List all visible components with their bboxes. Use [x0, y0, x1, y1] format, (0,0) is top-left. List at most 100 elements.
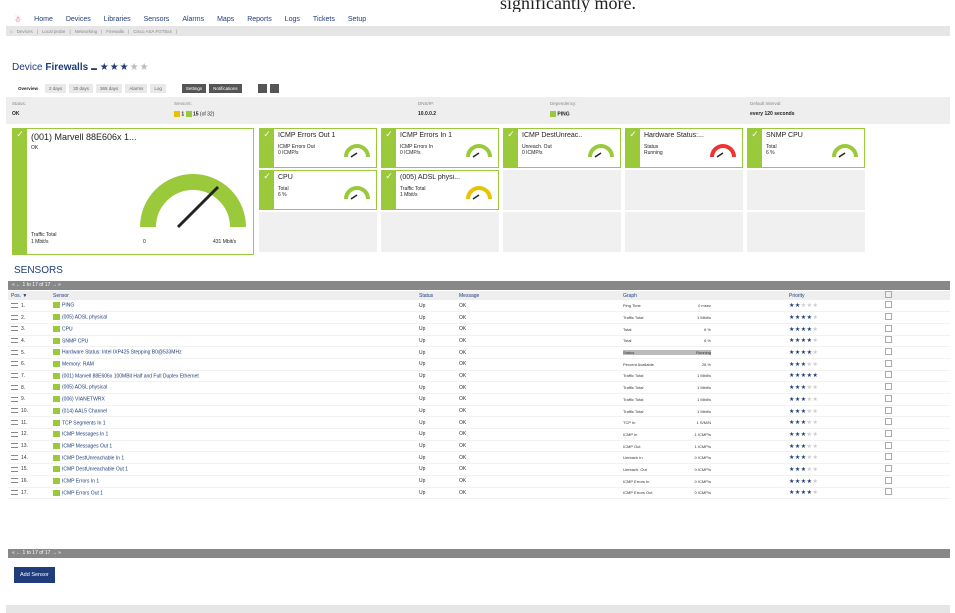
priority-stars[interactable]: ★★★★★ — [789, 490, 818, 496]
sensor-cell[interactable]: ICMP Errors In 1 — [50, 475, 416, 488]
sensor-name[interactable]: (005) ADSL physical — [62, 385, 107, 391]
breadcrumb-item[interactable]: Networking — [75, 29, 98, 34]
drag-handle-icon[interactable] — [11, 361, 18, 367]
sensor-cell[interactable]: Hardware Status: Intel IXP425 Stepping B… — [50, 346, 416, 359]
priority-cell[interactable]: ★★★★★ — [786, 428, 862, 441]
priority-stars[interactable]: ★★★★★ — [789, 420, 818, 426]
priority-stars[interactable]: ★★★★★ — [789, 303, 818, 309]
row-checkbox[interactable] — [885, 301, 893, 309]
table-row[interactable]: 14. ICMP DestUnreachable In 1 Up OK Unreach … — [8, 451, 950, 465]
sensor-cell[interactable]: ICMP DestUnreachable Out 1 — [50, 463, 416, 476]
priority-stars[interactable]: ★★★★★ — [789, 338, 818, 344]
priority-cell[interactable]: ★★★★★ — [786, 393, 862, 406]
nav-item-devices[interactable]: Devices — [66, 16, 91, 23]
drag-handle-icon[interactable] — [11, 349, 18, 355]
device-arrow-icon[interactable]: ▬ — [91, 66, 97, 72]
drag-handle-icon[interactable] — [11, 431, 18, 437]
priority-cell[interactable]: ★★★★★ — [786, 311, 862, 324]
column-header[interactable]: Message — [456, 291, 620, 300]
gauge-tile[interactable]: ✓ (005) ADSL physi... Traffic Total 1 Mbit/… — [381, 170, 499, 210]
priority-stars[interactable]: ★★★★★ — [789, 385, 818, 391]
sensor-name[interactable]: ICMP Messages Out 1 — [62, 443, 112, 449]
row-checkbox[interactable] — [885, 336, 893, 344]
priority-stars[interactable]: ★★★★★ — [789, 444, 818, 450]
row-checkbox[interactable] — [885, 394, 893, 402]
table-row[interactable]: 8. (005) ADSL physical Up OK Traffic Total 1 … — [8, 381, 950, 394]
priority-cell[interactable]: ★★★★★ — [786, 463, 862, 476]
gauge-tile[interactable]: ✓ SNMP CPU Total 6 % — [747, 128, 865, 168]
row-checkbox[interactable] — [885, 441, 893, 449]
sensor-name[interactable]: CPU — [62, 326, 73, 332]
priority-cell[interactable]: ★★★★★ — [786, 358, 862, 371]
table-row[interactable]: 3. CPU Up OK Total 6 % ★★★★★ — [8, 323, 950, 336]
nav-item-libraries[interactable]: Libraries — [104, 16, 131, 23]
sensor-cell[interactable]: TCP Segments In 1 — [50, 416, 416, 430]
column-header[interactable]: Status — [416, 291, 456, 300]
tab-log[interactable]: Log — [150, 84, 166, 93]
add-sensor-button[interactable]: Add Sensor — [14, 567, 55, 583]
priority-stars[interactable]: ★★★★★ — [789, 479, 818, 485]
table-row[interactable]: 2. (005) ADSL physical Up OK Traffic Total 1 … — [8, 311, 950, 324]
priority-stars[interactable]: ★★★★★ — [789, 373, 818, 379]
tab-button-notifications[interactable]: Notifications — [209, 84, 242, 93]
table-row[interactable]: 7. (001) Marvell 88E606x 100MBit Half and… — [8, 370, 950, 383]
sensor-cell[interactable]: (014) AAL5 Channel — [50, 405, 416, 418]
priority-stars[interactable]: ★★★★★ — [789, 362, 818, 368]
row-checkbox[interactable] — [885, 371, 893, 379]
select-all-checkbox[interactable] — [885, 291, 893, 298]
sensor-name[interactable]: Hardware Status: Intel IXP425 Stepping B… — [62, 350, 182, 356]
sensor-cell[interactable]: ICMP Messages In 1 — [50, 428, 416, 441]
drag-handle-icon[interactable] — [11, 478, 18, 484]
tab-overview[interactable]: Overview — [14, 84, 43, 93]
column-header[interactable]: Priority — [786, 291, 862, 300]
priority-stars[interactable]: ★★★★★ — [789, 432, 818, 438]
priority-cell[interactable]: ★★★★★ — [786, 323, 862, 336]
priority-cell[interactable]: ★★★★★ — [786, 487, 862, 500]
row-checkbox[interactable] — [885, 488, 893, 496]
priority-cell[interactable]: ★★★★★ — [786, 300, 862, 313]
table-row[interactable]: 17. ICMP Errors Out 1 Up OK ICMP Errors Out 0… — [8, 487, 950, 500]
sensor-name[interactable]: ICMP Messages In 1 — [62, 432, 108, 438]
sensor-name[interactable]: (001) Marvell 88E606x 100MBit Half and F… — [62, 373, 199, 379]
sensor-cell[interactable]: (006) VIANETWRX — [50, 393, 416, 406]
nav-item-sensors[interactable]: Sensors — [144, 16, 170, 23]
drag-handle-icon[interactable] — [11, 384, 18, 390]
sensor-name[interactable]: SNMP CPU — [62, 338, 88, 344]
tab-30-days[interactable]: 30 days — [69, 84, 94, 93]
pager-top[interactable]: « ← 1 to 17 of 17 → » — [8, 281, 950, 290]
priority-stars[interactable]: ★★★★★ — [789, 327, 818, 333]
drag-handle-icon[interactable] — [11, 338, 18, 344]
drag-handle-icon[interactable] — [11, 419, 18, 425]
drag-handle-icon[interactable] — [11, 302, 18, 308]
tab-alarms[interactable]: Alarms — [125, 84, 148, 93]
sensor-cell[interactable]: (005) ADSL physical — [50, 311, 416, 324]
sensor-cell[interactable]: Memory: RAM — [50, 358, 416, 371]
drag-handle-icon[interactable] — [11, 408, 18, 414]
prtg-logo-icon[interactable]: ☃ — [14, 15, 21, 24]
square-icon[interactable] — [269, 84, 279, 93]
priority-cell[interactable]: ★★★★★ — [786, 346, 862, 359]
gauge-tile[interactable]: ✓ ICMP Errors Out 1 ICMP Errors Out 0 ICMP/… — [259, 128, 377, 168]
drag-handle-icon[interactable] — [11, 373, 18, 379]
tab-button-settings[interactable]: Settings — [181, 84, 207, 93]
drag-handle-icon[interactable] — [11, 466, 18, 472]
tab-2-days[interactable]: 2 days — [45, 84, 67, 93]
priority-stars[interactable]: ★★★★★ — [789, 350, 818, 356]
nav-item-logs[interactable]: Logs — [285, 16, 300, 23]
nav-item-home[interactable]: Home — [34, 16, 53, 23]
table-row[interactable]: 1. PING Up OK Ping Time 0 msec ★★★★★ — [8, 300, 950, 313]
drag-handle-icon[interactable] — [11, 490, 18, 496]
sensor-name[interactable]: ICMP DestUnreachable In 1 — [62, 455, 124, 461]
table-row[interactable]: 6. Memory: RAM Up OK Percent Available 28 % ★★… — [8, 358, 950, 371]
priority-stars[interactable]: ★★★★★ — [789, 467, 818, 473]
big-gauge-tile[interactable]: ✓ (001) Marvell 88E606x 1... OK Traffic … — [12, 128, 254, 255]
priority-cell[interactable]: ★★★★★ — [786, 381, 862, 394]
priority-cell[interactable]: ★★★★★ — [786, 475, 862, 488]
row-checkbox[interactable] — [885, 348, 893, 356]
sensors-ok[interactable]: 15 — [193, 111, 199, 117]
priority-cell[interactable]: ★★★★★ — [786, 335, 862, 348]
gear-icon[interactable] — [257, 84, 267, 93]
row-checkbox[interactable] — [885, 313, 893, 321]
sensor-cell[interactable]: ICMP Messages Out 1 — [50, 440, 416, 453]
table-row[interactable]: 13. ICMP Messages Out 1 Up OK ICMP Out 1 ICMP… — [8, 440, 950, 453]
